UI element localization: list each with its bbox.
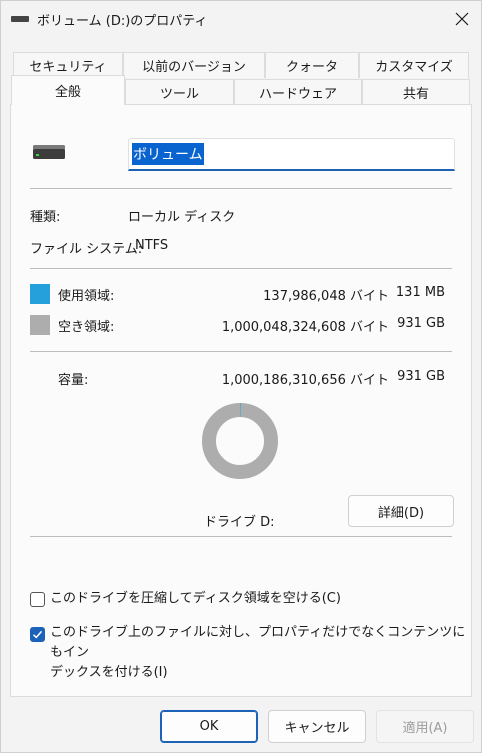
title-bar[interactable]: ボリューム (D:)のプロパティ <box>1 1 481 37</box>
capacity-size: 931 GB <box>397 369 445 384</box>
details-button[interactable]: 詳細(D) <box>348 495 454 527</box>
divider <box>30 188 452 189</box>
tab-hardware[interactable]: ハードウェア <box>234 79 362 105</box>
free-space-ring <box>202 403 278 479</box>
drive-icon <box>11 16 29 22</box>
capacity-label: 容量: <box>58 373 89 388</box>
hard-drive-icon <box>33 145 65 159</box>
volume-name-text: ボリューム <box>132 143 204 165</box>
disk-usage-donut <box>202 403 278 479</box>
close-button[interactable] <box>445 5 479 33</box>
free-space-size: 931 GB <box>397 316 445 331</box>
general-tab-panel: ボリューム 種類: ローカル ディスク ファイル システム: NTFS 使用領域… <box>10 104 472 697</box>
index-label-line1: このドライブ上のファイルに対し、プロパティだけでなくコンテンツにもイン <box>50 625 466 660</box>
tab-customize[interactable]: カスタマイズ <box>359 52 469 78</box>
cancel-button[interactable]: キャンセル <box>268 710 366 743</box>
checkmark-icon <box>32 630 43 639</box>
index-label[interactable]: このドライブ上のファイルに対し、プロパティだけでなくコンテンツにもイン デックス… <box>50 623 471 683</box>
free-space-label: 空き領域: <box>58 320 115 335</box>
type-label: 種類: <box>30 210 61 225</box>
used-space-bytes: 137,986,048 バイト <box>263 289 389 304</box>
tab-sharing[interactable]: 共有 <box>362 79 470 105</box>
window-title: ボリューム (D:)のプロパティ <box>37 14 208 29</box>
close-icon <box>455 12 469 26</box>
tab-previous-versions[interactable]: 以前のバージョン <box>123 52 265 78</box>
compress-checkbox[interactable] <box>30 592 45 607</box>
compress-label[interactable]: このドライブを圧縮してディスク領域を空ける(C) <box>50 589 341 609</box>
used-space-swatch <box>30 284 50 304</box>
used-space-size: 131 MB <box>395 285 445 300</box>
tab-general[interactable]: 全般 <box>11 75 125 105</box>
tab-tools[interactable]: ツール <box>125 79 234 105</box>
properties-dialog: ボリューム (D:)のプロパティ セキュリティ 以前のバージョン クォータ カス… <box>0 0 482 753</box>
filesystem-label: ファイル システム: <box>30 242 143 257</box>
free-space-swatch <box>30 315 50 335</box>
type-value: ローカル ディスク <box>128 210 236 225</box>
divider <box>30 268 452 269</box>
ok-button[interactable]: OK <box>160 710 258 743</box>
filesystem-value: NTFS <box>135 238 169 253</box>
divider <box>30 536 452 537</box>
tab-quota[interactable]: クォータ <box>265 52 359 78</box>
volume-name-input[interactable]: ボリューム <box>128 138 455 171</box>
apply-button[interactable]: 適用(A) <box>376 710 474 743</box>
capacity-bytes: 1,000,186,310,656 バイト <box>221 373 389 388</box>
drive-letter-label: ドライブ D: <box>204 515 275 530</box>
divider <box>30 351 452 352</box>
index-checkbox[interactable] <box>30 627 45 642</box>
index-label-line2: デックスを付ける(I) <box>50 665 168 680</box>
used-space-label: 使用領域: <box>58 289 115 304</box>
free-space-bytes: 1,000,048,324,608 バイト <box>221 320 389 335</box>
